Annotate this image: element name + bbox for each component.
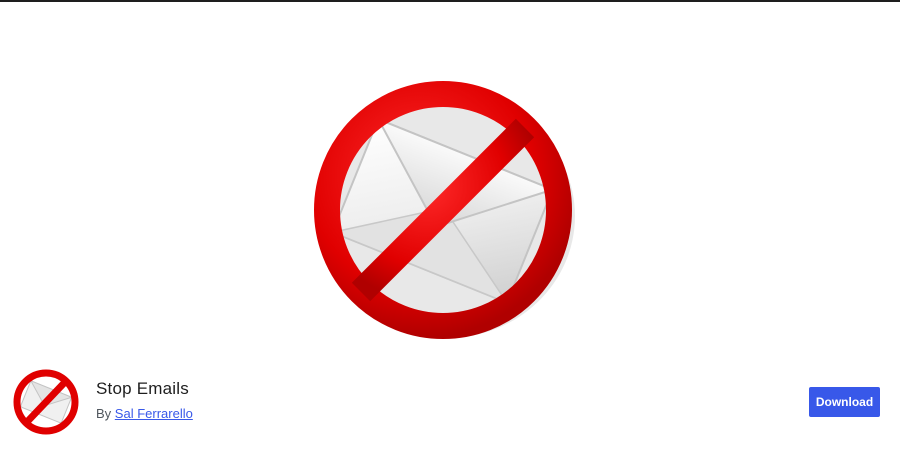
no-email-icon xyxy=(314,81,575,339)
download-button[interactable]: Download xyxy=(809,387,880,417)
plugin-icon xyxy=(13,369,79,435)
plugin-title: Stop Emails xyxy=(96,379,189,398)
plugin-banner xyxy=(0,2,900,347)
plugin-header: Stop Emails By Sal Ferrarello Download xyxy=(0,350,900,450)
byline-prefix: By xyxy=(96,406,112,421)
author-link[interactable]: Sal Ferrarello xyxy=(115,406,193,421)
plugin-byline: By Sal Ferrarello xyxy=(96,406,193,421)
